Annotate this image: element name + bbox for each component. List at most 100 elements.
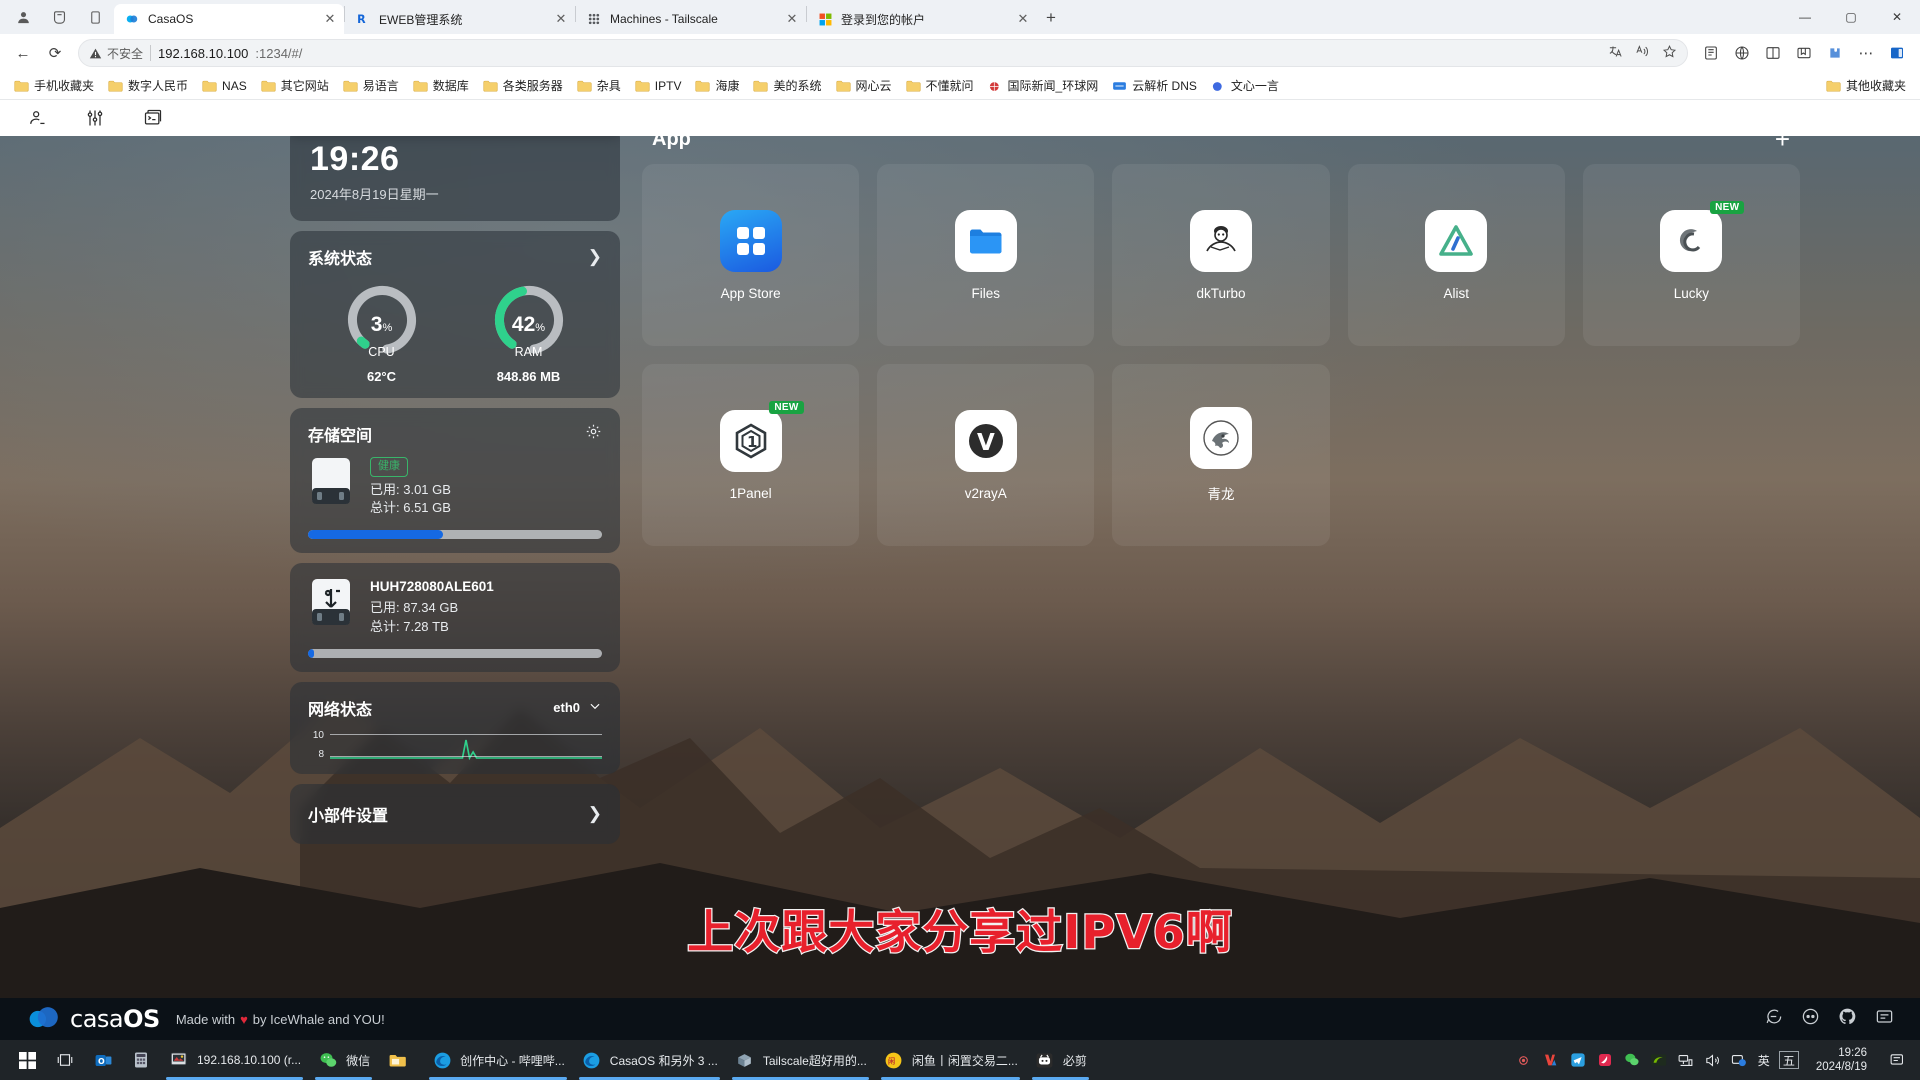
- app-card-lucky[interactable]: NEW Lucky: [1582, 164, 1800, 346]
- taskbar-item-remote-desktop[interactable]: 192.168.10.100 (r...: [160, 1040, 309, 1080]
- app-card-alist[interactable]: Alist: [1347, 164, 1565, 346]
- bookmark-item[interactable]: 云解析 DNS: [1106, 74, 1203, 97]
- chevron-right-icon[interactable]: ❯: [588, 247, 602, 267]
- back-button[interactable]: ←: [8, 38, 38, 68]
- taskbar-item-xianyu[interactable]: 闲 闲鱼丨闲置交易二...: [875, 1040, 1026, 1080]
- bookmark-item[interactable]: 杂具: [571, 74, 627, 97]
- bookmark-item[interactable]: 国际新闻_环球网: [982, 74, 1105, 97]
- extensions-icon[interactable]: [1820, 38, 1850, 68]
- bookmark-label: 美的系统: [773, 79, 822, 93]
- widget-settings-row[interactable]: 小部件设置 ❯: [290, 783, 620, 844]
- bookmark-item[interactable]: 海康: [689, 74, 745, 97]
- rss-icon[interactable]: [1875, 1007, 1894, 1031]
- pdf-icon[interactable]: [1596, 1051, 1614, 1069]
- chevron-right-icon[interactable]: ❯: [588, 804, 602, 824]
- tab-casaos[interactable]: CasaOS ✕: [114, 4, 344, 34]
- taskbar-item-casaos-edge[interactable]: CasaOS 和另外 3 ...: [573, 1040, 726, 1080]
- more-options-icon[interactable]: ⋯: [1851, 38, 1881, 68]
- app-card-dkturbo[interactable]: dkTurbo: [1112, 164, 1330, 346]
- taskbar-pinned-outlook[interactable]: O: [84, 1040, 122, 1080]
- close-icon[interactable]: ✕: [322, 11, 338, 27]
- wps-icon[interactable]: [1542, 1051, 1560, 1069]
- gear-icon[interactable]: [585, 423, 602, 445]
- favorite-star-icon[interactable]: [1662, 44, 1677, 62]
- profile-icon[interactable]: [6, 2, 40, 32]
- ime-mode[interactable]: 五: [1778, 1051, 1799, 1069]
- minimize-button[interactable]: —: [1782, 0, 1828, 34]
- discord-icon[interactable]: [1801, 1007, 1820, 1031]
- system-status-title: 系统状态: [308, 250, 373, 268]
- bookmark-item[interactable]: 易语言: [337, 74, 405, 97]
- taskbar-item-wechat[interactable]: 微信: [309, 1040, 378, 1080]
- collections-icon[interactable]: [1696, 38, 1726, 68]
- app-card-app-store[interactable]: App Store: [642, 164, 860, 346]
- wechat-tray-icon[interactable]: [1623, 1051, 1641, 1069]
- system-status-widget: 系统状态 ❯ 3% CPU 62°C 42% RAM 848.86 MB: [290, 230, 620, 398]
- icon-wrapper: 1 NEW: [719, 400, 804, 472]
- sidebar-icon[interactable]: [1882, 38, 1912, 68]
- bookmark-item[interactable]: 美的系统: [747, 74, 827, 97]
- notification-icon[interactable]: [1884, 1052, 1910, 1069]
- taskbar-clock[interactable]: 19:26 2024/8/19: [1808, 1046, 1875, 1075]
- storage-widget-secondary: HUH728080ALE601 已用: 87.34 GB 总计: 7.28 TB: [290, 563, 620, 672]
- network-icon[interactable]: [1677, 1051, 1695, 1069]
- bookmark-item[interactable]: 文心一言: [1205, 74, 1285, 97]
- close-window-button[interactable]: ✕: [1874, 0, 1920, 34]
- terminal-icon[interactable]: [142, 107, 164, 129]
- security-indicator[interactable]: 不安全: [89, 45, 143, 62]
- bookmark-item[interactable]: 网心云: [830, 74, 898, 97]
- maximize-button[interactable]: ▢: [1828, 0, 1874, 34]
- sliders-icon[interactable]: [84, 107, 106, 129]
- ime-language[interactable]: 英: [1758, 1051, 1770, 1069]
- telegram-icon[interactable]: [1569, 1051, 1587, 1069]
- user-icon[interactable]: [26, 107, 48, 129]
- url-path: :1234/#/: [255, 45, 303, 61]
- bookmark-item[interactable]: 数据库: [407, 74, 475, 97]
- nvidia-icon[interactable]: [1650, 1051, 1668, 1069]
- cpu-label: CPU: [368, 344, 395, 359]
- bookmark-item[interactable]: NAS: [196, 76, 253, 96]
- network-interface-selector[interactable]: eth0: [553, 699, 602, 716]
- bookmark-item[interactable]: 其它网站: [255, 74, 335, 97]
- favorites-icon[interactable]: [1789, 38, 1819, 68]
- bookmark-item[interactable]: 不懂就问: [900, 74, 980, 97]
- taskbar-item-bilibili-studio[interactable]: 创作中心 - 哔哩哔...: [423, 1040, 573, 1080]
- close-icon[interactable]: ✕: [784, 11, 800, 27]
- app-card-1panel[interactable]: 1 NEW 1Panel: [642, 364, 860, 546]
- reload-button[interactable]: ⟳: [40, 38, 70, 68]
- read-aloud-icon[interactable]: [1635, 44, 1650, 62]
- task-view-button[interactable]: [46, 1040, 84, 1080]
- close-icon[interactable]: ✕: [1015, 11, 1031, 27]
- volume-icon[interactable]: [1704, 1051, 1722, 1069]
- tab-collections-icon[interactable]: [42, 2, 76, 32]
- folder-icon: [577, 80, 592, 92]
- browser-essentials-icon[interactable]: [1727, 38, 1757, 68]
- start-button[interactable]: [8, 1040, 46, 1080]
- split-screen-icon[interactable]: [1758, 38, 1788, 68]
- tab-microsoft-login[interactable]: 登录到您的帐户 ✕: [807, 4, 1037, 34]
- new-tab-button[interactable]: +: [1037, 4, 1065, 32]
- bookmark-item[interactable]: IPTV: [629, 76, 688, 96]
- taskbar-item-tailscale[interactable]: Tailscale超好用的...: [726, 1040, 875, 1080]
- bookmark-item[interactable]: 各类服务器: [477, 74, 569, 97]
- translate-icon[interactable]: [1608, 44, 1623, 62]
- app-card-qinglong[interactable]: 青龙: [1112, 364, 1330, 546]
- bookmark-item[interactable]: 手机收藏夹: [8, 74, 100, 97]
- ime-switch-icon[interactable]: [1731, 1051, 1749, 1069]
- close-icon[interactable]: ✕: [553, 11, 569, 27]
- address-bar[interactable]: 不安全 192.168.10.100:1234/#/: [78, 39, 1688, 67]
- other-bookmarks-button[interactable]: 其他收藏夹: [1820, 74, 1912, 97]
- taskbar-item-bijian[interactable]: 必剪: [1026, 1040, 1095, 1080]
- tab-tailscale[interactable]: Machines - Tailscale ✕: [576, 4, 806, 34]
- storage-header: 存储空间: [308, 422, 602, 446]
- github-icon[interactable]: [1838, 1007, 1857, 1031]
- app-card-files[interactable]: Files: [877, 164, 1095, 346]
- tab-eweb[interactable]: R EWEB管理系统 ✕: [345, 4, 575, 34]
- app-card-v2raya[interactable]: V v2rayA: [877, 364, 1095, 546]
- vertical-tabs-icon[interactable]: [78, 2, 112, 32]
- chat-icon[interactable]: [1764, 1007, 1783, 1031]
- taskbar-item-file-explorer[interactable]: [378, 1040, 423, 1080]
- bookmark-item[interactable]: 数字人民币: [102, 74, 194, 97]
- taskbar-pinned-calculator[interactable]: [122, 1040, 160, 1080]
- record-icon[interactable]: [1515, 1051, 1533, 1069]
